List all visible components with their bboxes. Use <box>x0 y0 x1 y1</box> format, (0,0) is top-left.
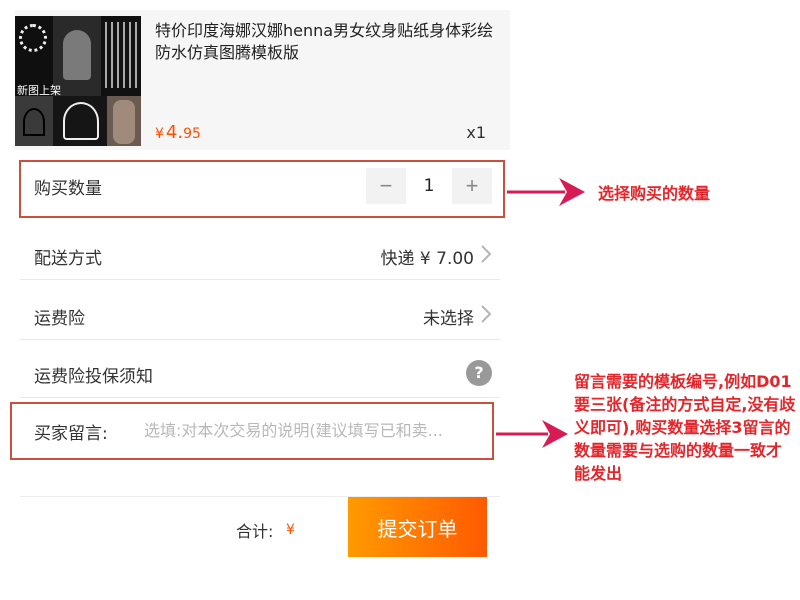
total-amount: ¥ <box>286 522 295 538</box>
price-cents: 95 <box>183 126 201 142</box>
message-highlight-box <box>10 402 494 460</box>
sun-tattoo-icon <box>19 24 47 52</box>
product-title: 特价印度海娜汉娜henna男女纹身贴纸身体彩绘防水仿真图腾模板版 <box>155 21 494 62</box>
insurance-value: 未选择 <box>423 309 474 329</box>
product-quantity: x1 <box>466 123 486 142</box>
shipping-label: 配送方式 <box>34 249 102 269</box>
message-annotation: 留言需要的模板编号,例如D01要三张(备注的方式自定,没有歧义即可),购买数量选… <box>574 372 796 483</box>
product-price: ¥4.95 <box>155 122 201 143</box>
help-icon[interactable]: ? <box>466 360 492 386</box>
price-currency: ¥ <box>155 126 164 142</box>
product-thumbnail[interactable]: 新图上架 <box>15 16 141 146</box>
chevron-right-icon <box>481 305 492 323</box>
shipping-insurance-row[interactable]: 运费险 未选择 <box>20 290 500 340</box>
quantity-highlight-box <box>19 160 505 218</box>
submit-order-button[interactable]: 提交订单 <box>348 497 487 557</box>
insurance-notice-label: 运费险投保须知 <box>34 367 153 387</box>
shipping-value: 快递 ¥ 7.00 <box>380 249 474 269</box>
product-card[interactable]: 新图上架 特价印度海娜汉娜henna男女纹身贴纸身体彩绘防水仿真图腾模板版 ¥4… <box>15 10 510 150</box>
insurance-label: 运费险 <box>34 309 85 329</box>
shipping-method-row[interactable]: 配送方式 快递 ¥ 7.00 <box>20 230 500 280</box>
tree-tattoo-icon <box>23 108 45 136</box>
tree-tattoo-icon <box>63 102 99 140</box>
thumbnail-caption: 新图上架 <box>17 84 61 97</box>
insurance-notice-row: 运费险投保须知 ? <box>20 348 500 398</box>
quantity-annotation: 选择购买的数量 <box>598 184 711 203</box>
chevron-right-icon <box>481 245 492 263</box>
arrow-right-icon <box>496 420 568 448</box>
price-integer: 4. <box>165 122 184 143</box>
total-label: 合计: <box>236 522 274 541</box>
arrow-right-icon <box>507 178 585 206</box>
